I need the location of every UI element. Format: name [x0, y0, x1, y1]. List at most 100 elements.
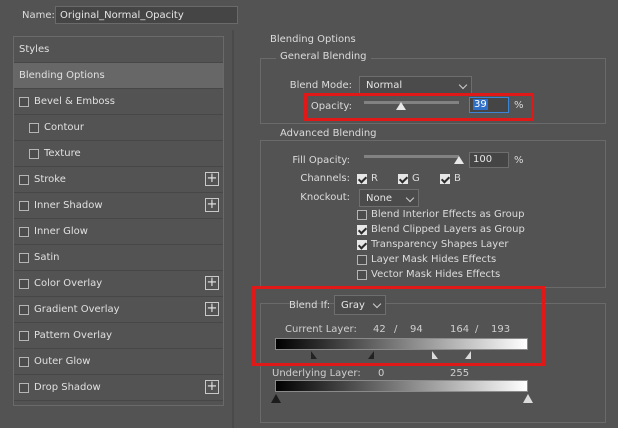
- styles-item-label: Stroke: [34, 174, 66, 185]
- opacity-slider-thumb[interactable]: [396, 102, 407, 110]
- styles-item-label: Drop Shadow: [34, 382, 101, 393]
- styles-item-checkbox[interactable]: [29, 148, 39, 159]
- styles-item-label: Contour: [44, 122, 84, 133]
- knockout-value: None: [366, 192, 393, 204]
- panel-divider[interactable]: [232, 30, 234, 428]
- fill-opacity-slider-thumb[interactable]: [454, 156, 464, 164]
- blend-clipped-layers-as-group-label: Blend Clipped Layers as Group: [371, 224, 525, 235]
- styles-item-label: Satin: [34, 252, 60, 263]
- styles-item-pattern-overlay[interactable]: Pattern Overlay: [14, 323, 223, 349]
- current-separator-1: /: [394, 324, 398, 335]
- current-layer-label: Current Layer:: [285, 324, 357, 335]
- styles-item-blending-options[interactable]: Blending Options: [14, 63, 223, 89]
- current-black-left-thumb[interactable]: [311, 351, 317, 359]
- blend-if-select[interactable]: Gray: [334, 295, 386, 315]
- styles-item-satin[interactable]: Satin: [14, 245, 223, 271]
- styles-item-label: Color Overlay: [34, 278, 103, 289]
- styles-item-label: Inner Shadow: [34, 200, 103, 211]
- current-white-low: 164: [450, 324, 470, 335]
- blend-interior-effects-as-group-checkbox[interactable]: [357, 210, 367, 220]
- styles-item-contour[interactable]: Contour: [14, 115, 223, 141]
- styles-item-label: Texture: [44, 148, 81, 159]
- chevron-down-icon: [458, 80, 468, 90]
- underlying-white-thumb[interactable]: [523, 394, 533, 403]
- blend-if-label: Blend If:: [289, 300, 331, 311]
- underlying-black-thumb[interactable]: [271, 394, 281, 403]
- styles-item-gradient-overlay[interactable]: Gradient Overlay +: [14, 297, 223, 323]
- styles-item-checkbox[interactable]: [19, 330, 29, 341]
- opacity-label: Opacity:: [310, 101, 352, 112]
- styles-item-checkbox[interactable]: [19, 174, 29, 185]
- styles-item-checkbox[interactable]: [19, 304, 29, 315]
- knockout-select[interactable]: None: [359, 189, 419, 207]
- channel-r-checkbox[interactable]: [357, 174, 367, 184]
- styles-item-color-overlay[interactable]: Color Overlay +: [14, 271, 223, 297]
- add-effect-icon[interactable]: +: [205, 302, 219, 316]
- styles-item-checkbox[interactable]: [19, 96, 29, 107]
- opacity-input[interactable]: 39: [469, 97, 509, 113]
- styles-item-label: Gradient Overlay: [34, 304, 120, 315]
- current-black-low: 42: [373, 324, 386, 335]
- layer-mask-hides-effects-label: Layer Mask Hides Effects: [371, 254, 497, 265]
- styles-item-checkbox[interactable]: [19, 252, 29, 263]
- transparency-shapes-layer-checkbox[interactable]: [357, 240, 367, 250]
- current-black-right-thumb[interactable]: [368, 351, 374, 359]
- styles-item-stroke[interactable]: Stroke +: [14, 167, 223, 193]
- styles-item-outer-glow[interactable]: Outer Glow: [14, 349, 223, 375]
- add-effect-icon[interactable]: +: [205, 198, 219, 212]
- layer-mask-hides-effects-checkbox[interactable]: [357, 255, 367, 265]
- styles-item-checkbox[interactable]: [19, 278, 29, 289]
- styles-item-checkbox[interactable]: [19, 200, 29, 211]
- opacity-slider-track[interactable]: [364, 101, 459, 104]
- name-label: Name:: [22, 10, 55, 21]
- underlying-low: 0: [378, 368, 385, 379]
- blend-clipped-layers-as-group-checkbox[interactable]: [357, 225, 367, 235]
- channels-row: RGB: [357, 173, 467, 187]
- styles-item-checkbox[interactable]: [29, 122, 39, 133]
- channel-b-checkbox[interactable]: [440, 174, 450, 184]
- underlying-layer-gradient: [275, 380, 528, 392]
- fill-opacity-slider-track[interactable]: [364, 155, 459, 158]
- chevron-down-icon: [372, 299, 382, 309]
- advanced-blending-title: Advanced Blending: [276, 128, 381, 139]
- add-effect-icon[interactable]: +: [205, 380, 219, 394]
- name-input[interactable]: [55, 6, 238, 24]
- channel-g-label: G: [412, 173, 420, 184]
- styles-item-drop-shadow[interactable]: Drop Shadow +: [14, 375, 223, 401]
- advanced-options-list: Blend Interior Effects as Group Blend Cli…: [357, 209, 597, 284]
- styles-item-label: Outer Glow: [34, 356, 91, 367]
- styles-item-label: Bevel & Emboss: [34, 96, 115, 107]
- channel-r-label: R: [371, 173, 378, 184]
- styles-item-inner-shadow[interactable]: Inner Shadow +: [14, 193, 223, 219]
- styles-item-label: Styles: [19, 44, 50, 55]
- knockout-label: Knockout:: [300, 192, 350, 203]
- styles-item-checkbox[interactable]: [19, 226, 29, 237]
- styles-item-label: Blending Options: [19, 70, 105, 81]
- styles-item-checkbox[interactable]: [19, 382, 29, 393]
- styles-item-checkbox[interactable]: [19, 356, 29, 367]
- styles-item-inner-glow[interactable]: Inner Glow: [14, 219, 223, 245]
- general-blending-title: General Blending: [276, 51, 371, 62]
- current-black-high: 94: [410, 324, 423, 335]
- opacity-value: 39: [473, 99, 488, 110]
- add-effect-icon[interactable]: +: [205, 276, 219, 290]
- blend-mode-select[interactable]: Normal: [359, 76, 472, 94]
- styles-item-label: Pattern Overlay: [34, 330, 113, 341]
- vector-mask-hides-effects-checkbox[interactable]: [357, 270, 367, 280]
- styles-item-styles[interactable]: Styles: [14, 37, 223, 63]
- fill-opacity-value: 100: [473, 154, 493, 165]
- blend-interior-effects-as-group-label: Blend Interior Effects as Group: [371, 209, 525, 220]
- styles-item-texture[interactable]: Texture: [14, 141, 223, 167]
- blend-mode-label: Blend Mode:: [289, 80, 352, 91]
- styles-item-label: Inner Glow: [34, 226, 88, 237]
- blend-if-value: Gray: [341, 299, 365, 311]
- fill-opacity-input[interactable]: 100: [469, 152, 509, 168]
- styles-item-bevel-and-emboss[interactable]: Bevel & Emboss: [14, 89, 223, 115]
- underlying-layer-label: Underlying Layer:: [272, 368, 361, 379]
- current-white-right-thumb[interactable]: [465, 351, 471, 359]
- channels-label: Channels:: [300, 173, 350, 184]
- add-effect-icon[interactable]: +: [205, 172, 219, 186]
- current-white-left-thumb[interactable]: [432, 351, 438, 359]
- opacity-percent: %: [514, 100, 524, 111]
- channel-g-checkbox[interactable]: [398, 174, 408, 184]
